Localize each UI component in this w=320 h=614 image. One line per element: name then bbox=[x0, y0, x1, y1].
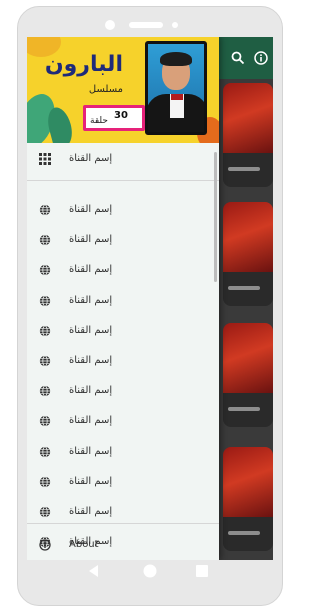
caption-text bbox=[228, 531, 260, 535]
caption-text bbox=[228, 286, 260, 290]
video-card[interactable] bbox=[223, 202, 273, 306]
video-card[interactable] bbox=[223, 83, 273, 187]
drawer-item-label: إسم القناة bbox=[69, 415, 113, 427]
thumbnail bbox=[223, 323, 273, 393]
drawer-item-channel[interactable]: إسم القناة bbox=[27, 226, 219, 256]
thumbnail bbox=[223, 202, 273, 272]
globe-icon bbox=[38, 505, 52, 519]
drawer-item-label: About bbox=[69, 539, 99, 550]
drawer-item-label: إسم القناة bbox=[69, 264, 113, 276]
drawer-item-about[interactable]: About bbox=[27, 531, 219, 560]
globe-icon bbox=[38, 354, 52, 368]
proximity-sensor bbox=[172, 22, 178, 28]
drawer-item-channel[interactable]: إسم القناة bbox=[27, 407, 219, 437]
drawer-item-channel[interactable]: إسم القناة bbox=[27, 347, 219, 377]
drawer-item-grid[interactable]: إسم القناة bbox=[27, 145, 219, 175]
drawer-item-label: إسم القناة bbox=[69, 324, 113, 336]
globe-icon bbox=[38, 475, 52, 489]
portrait-bowtie bbox=[171, 94, 183, 100]
globe-icon bbox=[38, 324, 52, 338]
drawer-item-label: إسم القناة bbox=[69, 204, 113, 215]
earpiece-speaker bbox=[129, 22, 163, 28]
thumbnail bbox=[223, 447, 273, 517]
actor-portrait bbox=[145, 41, 207, 135]
drawer-item-label: إسم القناة bbox=[69, 153, 113, 164]
drawer-item-label: إسم القناة bbox=[69, 385, 113, 397]
drawer-item-label: إسم القناة bbox=[69, 355, 113, 366]
episodes-badge: 30 حلقة bbox=[83, 105, 145, 131]
screen: البارون مسلسل 30 حلقة إسم القناة إسم الق… bbox=[27, 37, 273, 560]
drawer-item-channel[interactable]: إسم القناة bbox=[27, 196, 219, 226]
video-card[interactable] bbox=[223, 323, 273, 427]
divider bbox=[27, 523, 219, 524]
globe-icon bbox=[38, 233, 52, 247]
video-card[interactable] bbox=[223, 447, 273, 551]
globe-icon bbox=[38, 414, 52, 428]
globe-icon bbox=[38, 445, 52, 459]
banner-subtitle: مسلسل bbox=[88, 84, 123, 95]
divider bbox=[27, 180, 219, 181]
drawer-item-label: إسم القناة bbox=[69, 506, 113, 517]
info-icon[interactable] bbox=[251, 48, 271, 68]
drawer-item-channel[interactable]: إسم القناة bbox=[27, 468, 219, 498]
drawer-item-channel[interactable]: إسم القناة bbox=[27, 377, 219, 407]
front-camera bbox=[105, 20, 115, 30]
search-icon[interactable] bbox=[228, 48, 248, 68]
globe-icon bbox=[38, 294, 52, 308]
drawer-banner: البارون مسلسل 30 حلقة bbox=[27, 37, 219, 143]
drawer-item-label: إسم القناة bbox=[69, 234, 113, 246]
globe-icon bbox=[38, 384, 52, 398]
drawer-item-channel[interactable]: إسم القناة bbox=[27, 287, 219, 317]
navigation-drawer: البارون مسلسل 30 حلقة إسم القناة إسم الق… bbox=[27, 37, 219, 560]
drawer-item-label: إسم القناة bbox=[69, 445, 113, 457]
grid-icon bbox=[38, 152, 52, 166]
drawer-item-channel[interactable]: إسم القناة bbox=[27, 256, 219, 286]
globe-icon bbox=[38, 203, 52, 217]
portrait-hair bbox=[160, 52, 192, 66]
drawer-item-channel[interactable]: إسم القناة bbox=[27, 317, 219, 347]
thumbnail bbox=[223, 83, 273, 153]
info-icon bbox=[38, 538, 52, 552]
home-icon[interactable] bbox=[142, 563, 158, 579]
banner-title: البارون bbox=[44, 52, 123, 77]
globe-icon bbox=[38, 263, 52, 277]
drawer-scrollbar[interactable] bbox=[214, 152, 217, 282]
back-icon[interactable] bbox=[86, 563, 102, 579]
caption-text bbox=[228, 167, 260, 171]
drawer-item-label: إسم القناة bbox=[69, 294, 113, 306]
drawer-item-label: إسم القناة bbox=[69, 475, 113, 487]
drawer-item-channel[interactable]: إسم القناة bbox=[27, 438, 219, 468]
recents-icon[interactable] bbox=[194, 563, 210, 579]
caption-text bbox=[228, 407, 260, 411]
badge-number: 30 bbox=[114, 110, 128, 121]
badge-label: حلقة bbox=[90, 116, 108, 126]
